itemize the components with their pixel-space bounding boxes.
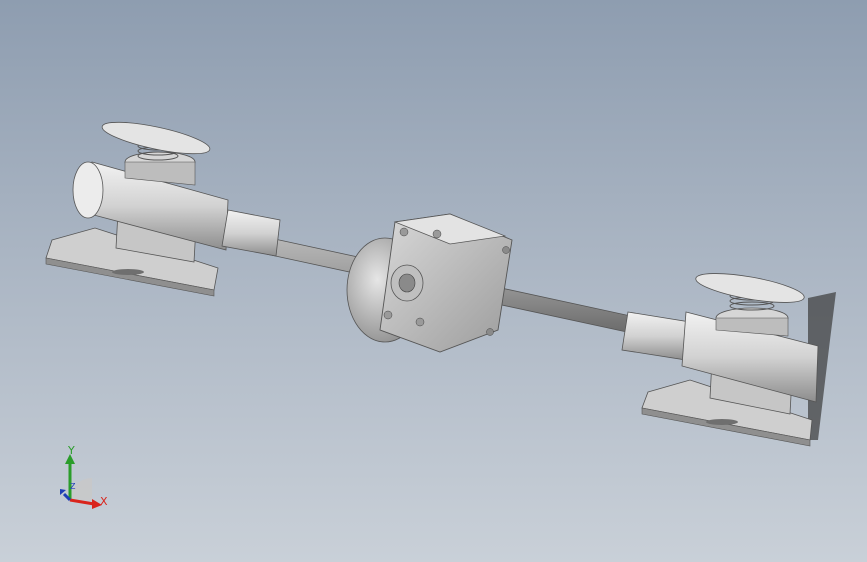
axis-triad: X Y Z	[50, 440, 120, 520]
y-axis-label: Y	[68, 444, 75, 457]
3d-viewport[interactable]: X Y Z	[0, 0, 867, 562]
left-support-unit[interactable]	[45, 116, 281, 297]
z-axis-label: Z	[70, 482, 76, 491]
triad-axes	[60, 454, 102, 509]
assembly-model[interactable]	[0, 0, 867, 562]
x-axis-label: X	[100, 495, 108, 508]
right-support-unit[interactable]	[621, 268, 836, 447]
x-axis-arrow	[69, 498, 95, 506]
center-gearbox[interactable]	[346, 213, 513, 353]
